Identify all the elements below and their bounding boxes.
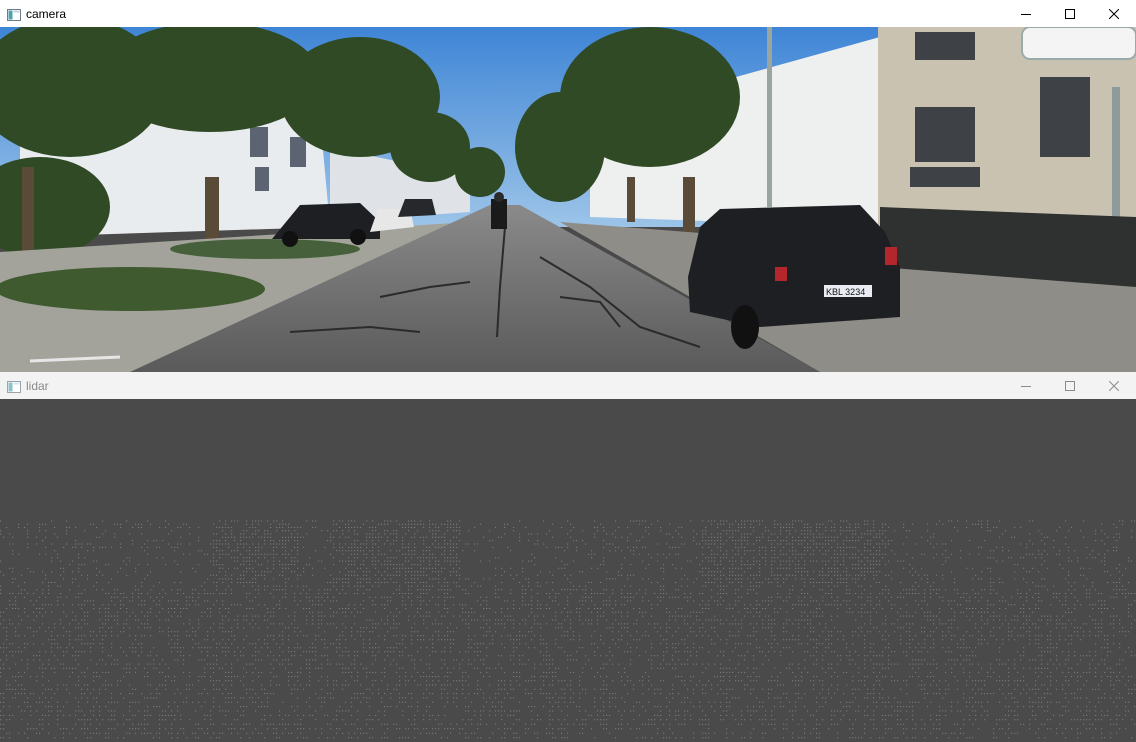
minimize-button[interactable] xyxy=(1004,372,1048,399)
camera-window: camera KBL 3234 xyxy=(0,0,1136,372)
close-icon xyxy=(1109,8,1119,19)
street-scene: KBL 3234 xyxy=(0,27,1136,372)
camera-window-title: camera xyxy=(26,6,67,21)
camera-titlebar[interactable]: camera xyxy=(0,0,1136,27)
minimize-icon xyxy=(1021,385,1031,387)
close-button[interactable] xyxy=(1092,0,1136,27)
lidar-titlebar[interactable]: lidar xyxy=(0,372,1136,399)
camera-image: KBL 3234 xyxy=(0,27,1136,372)
app-window-icon xyxy=(7,8,21,21)
maximize-icon xyxy=(1065,380,1075,391)
lidar-window-title: lidar xyxy=(26,378,49,393)
maximize-button[interactable] xyxy=(1048,0,1092,27)
maximize-icon xyxy=(1065,8,1075,19)
left-hedge xyxy=(0,267,265,311)
street-pole xyxy=(767,27,772,207)
lidar-depth-image xyxy=(0,399,1136,742)
left-hedge-2 xyxy=(170,239,360,259)
lidar-points xyxy=(0,520,1136,739)
road-sign xyxy=(1021,27,1136,60)
lidar-point-cloud xyxy=(0,520,1136,739)
license-plate: KBL 3234 xyxy=(826,287,865,297)
minimize-button[interactable] xyxy=(1004,0,1048,27)
lidar-window-controls xyxy=(1004,372,1136,399)
lidar-window: lidar xyxy=(0,372,1136,742)
camera-window-controls xyxy=(1004,0,1136,27)
close-button[interactable] xyxy=(1092,372,1136,399)
minimize-icon xyxy=(1021,13,1031,15)
maximize-button[interactable] xyxy=(1048,372,1092,399)
app-window-icon xyxy=(7,380,21,393)
close-icon xyxy=(1109,380,1119,391)
